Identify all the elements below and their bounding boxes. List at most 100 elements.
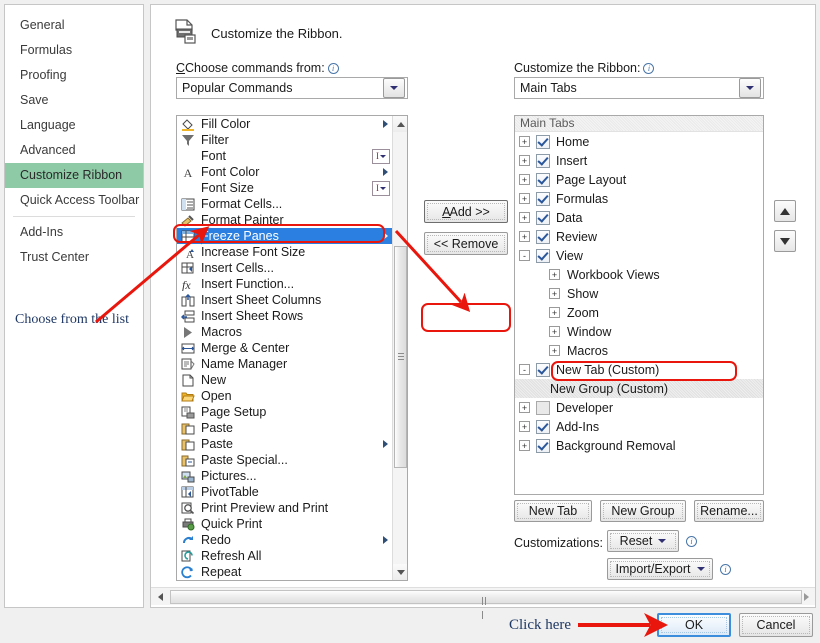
command-list-item[interactable]: A Increase Font Size: [177, 244, 392, 260]
tree-row[interactable]: + Window: [515, 322, 763, 341]
tree-checkbox[interactable]: [536, 134, 550, 149]
chevron-down-icon[interactable]: [739, 78, 761, 98]
expand-icon[interactable]: +: [519, 193, 530, 204]
remove-button[interactable]: << Remove: [424, 232, 508, 255]
command-list-item[interactable]: Insert Sheet Rows: [177, 308, 392, 324]
tree-row[interactable]: + Zoom: [515, 303, 763, 322]
command-list-item[interactable]: Font I: [177, 148, 392, 164]
command-list-item[interactable]: Page Setup: [177, 404, 392, 420]
command-list-item[interactable]: Format Painter: [177, 212, 392, 228]
tree-checkbox[interactable]: [536, 229, 550, 244]
tree-checkbox[interactable]: [536, 153, 550, 168]
sidebar-item-general[interactable]: General: [5, 13, 143, 38]
command-list-item[interactable]: Freeze Panes: [177, 228, 392, 244]
command-list-item[interactable]: Insert Sheet Columns: [177, 292, 392, 308]
tree-row[interactable]: - View: [515, 246, 763, 265]
move-up-button[interactable]: [774, 200, 796, 222]
sidebar-item-advanced[interactable]: Advanced: [5, 138, 143, 163]
expand-icon[interactable]: +: [519, 174, 530, 185]
info-icon[interactable]: i: [686, 536, 697, 547]
sidebar-item-formulas[interactable]: Formulas: [5, 38, 143, 63]
cancel-button[interactable]: Cancel: [739, 613, 813, 637]
expand-icon[interactable]: +: [549, 269, 560, 280]
info-icon[interactable]: i: [643, 62, 655, 74]
command-list-item[interactable]: New: [177, 372, 392, 388]
command-list-item[interactable]: Macros: [177, 324, 392, 340]
rename-button[interactable]: Rename...: [694, 500, 764, 522]
command-list-item[interactable]: Paste Special...: [177, 452, 392, 468]
collapse-icon[interactable]: -: [519, 250, 530, 261]
expand-icon[interactable]: +: [519, 440, 530, 451]
expand-icon[interactable]: +: [519, 136, 530, 147]
tree-row[interactable]: + Add-Ins: [515, 417, 763, 436]
expand-icon[interactable]: +: [549, 288, 560, 299]
sidebar-item-customize-ribbon[interactable]: Customize Ribbon: [5, 163, 143, 188]
command-list-item[interactable]: Pictures...: [177, 468, 392, 484]
expand-icon[interactable]: +: [549, 307, 560, 318]
tree-checkbox[interactable]: [536, 362, 550, 377]
scrollbar-thumb[interactable]: [394, 246, 407, 468]
ok-button[interactable]: OK: [657, 613, 731, 637]
chevron-down-icon[interactable]: [383, 78, 405, 98]
dialog-horizontal-scrollbar[interactable]: [151, 587, 815, 619]
tree-row[interactable]: + Insert: [515, 151, 763, 170]
sidebar-item-proofing[interactable]: Proofing: [5, 63, 143, 88]
expand-icon[interactable]: +: [519, 421, 530, 432]
import-export-button[interactable]: Import/Export: [607, 558, 713, 580]
tree-row[interactable]: + Workbook Views: [515, 265, 763, 284]
tree-checkbox[interactable]: [536, 172, 550, 187]
command-list-item[interactable]: Fill Color: [177, 116, 392, 132]
tree-row[interactable]: + Macros: [515, 341, 763, 360]
command-list-item[interactable]: fx Insert Function...: [177, 276, 392, 292]
tree-row[interactable]: New Group (Custom): [515, 379, 763, 398]
collapse-icon[interactable]: -: [519, 364, 530, 375]
sidebar-item-save[interactable]: Save: [5, 88, 143, 113]
info-icon[interactable]: i: [327, 62, 339, 74]
expand-icon[interactable]: +: [549, 326, 560, 337]
tree-row[interactable]: + Show: [515, 284, 763, 303]
command-list-item[interactable]: Quick Print: [177, 516, 392, 532]
scroll-right-icon[interactable]: [798, 589, 814, 604]
tree-checkbox[interactable]: [536, 438, 550, 453]
new-tab-button[interactable]: New Tab: [514, 500, 592, 522]
expand-icon[interactable]: +: [519, 231, 530, 242]
sidebar-item-trust-center[interactable]: Trust Center: [5, 245, 143, 270]
scroll-up-icon[interactable]: [393, 116, 407, 132]
sidebar-item-language[interactable]: Language: [5, 113, 143, 138]
tree-checkbox[interactable]: [536, 419, 550, 434]
tree-row[interactable]: + Page Layout: [515, 170, 763, 189]
tree-row[interactable]: + Data: [515, 208, 763, 227]
tree-row[interactable]: + Review: [515, 227, 763, 246]
scrollbar-thumb-horizontal[interactable]: [170, 590, 802, 619]
reset-button[interactable]: Reset: [607, 530, 679, 552]
tree-checkbox[interactable]: [536, 191, 550, 206]
ribbon-tree-listbox[interactable]: Main Tabs + Home + Insert + Page Layout + Formu…: [514, 115, 764, 495]
expand-icon[interactable]: +: [549, 345, 560, 356]
tree-row[interactable]: - New Tab (Custom): [515, 360, 763, 379]
new-group-button[interactable]: New Group: [600, 500, 686, 522]
sidebar-item-add-ins[interactable]: Add-Ins: [5, 220, 143, 245]
command-list-item[interactable]: Print Preview and Print: [177, 500, 392, 516]
command-list-item[interactable]: Open: [177, 388, 392, 404]
info-icon[interactable]: i: [720, 564, 731, 575]
command-list-item[interactable]: Merge & Center: [177, 340, 392, 356]
tree-checkbox[interactable]: [536, 210, 550, 225]
customize-ribbon-dropdown[interactable]: Main Tabs: [514, 77, 764, 99]
scroll-down-icon[interactable]: [393, 564, 407, 580]
tree-checkbox[interactable]: [536, 400, 550, 415]
move-down-button[interactable]: [774, 230, 796, 252]
scroll-left-icon[interactable]: [152, 589, 168, 604]
command-list-item[interactable]: Repeat: [177, 564, 392, 580]
expand-icon[interactable]: +: [519, 402, 530, 413]
command-list-item[interactable]: Paste: [177, 420, 392, 436]
commands-vertical-scrollbar[interactable]: [392, 116, 407, 580]
expand-icon[interactable]: +: [519, 212, 530, 223]
command-list-item[interactable]: PivotTable: [177, 484, 392, 500]
command-list-item[interactable]: Filter: [177, 132, 392, 148]
expand-icon[interactable]: +: [519, 155, 530, 166]
command-list-item[interactable]: Refresh All: [177, 548, 392, 564]
command-list-item[interactable]: Paste: [177, 436, 392, 452]
command-list-item[interactable]: Format Cells...: [177, 196, 392, 212]
command-list-item[interactable]: A Font Color: [177, 164, 392, 180]
choose-commands-from-dropdown[interactable]: Popular Commands: [176, 77, 408, 99]
